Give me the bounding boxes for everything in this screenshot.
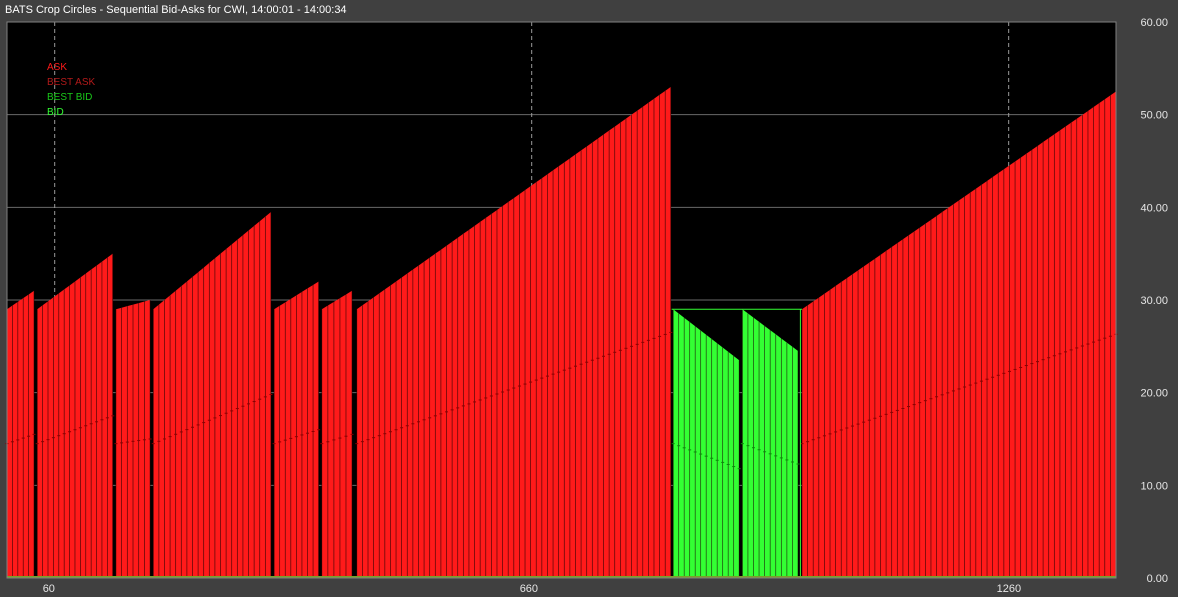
legend-entry: ASK bbox=[47, 62, 67, 73]
bar-area bbox=[7, 290, 35, 578]
bar-area bbox=[321, 290, 353, 578]
bar-segment bbox=[5, 290, 36, 578]
chart-window: BATS Crop Circles - Sequential Bid-Asks … bbox=[0, 0, 1178, 597]
bar-segment bbox=[114, 300, 152, 578]
x-tick-label: 60 bbox=[43, 583, 55, 595]
chart-canvas: 0.00 10.00 20.00 30.00 40.00 50.00 60.00 60 660 1… bbox=[5, 17, 1168, 595]
x-tick-label: 660 bbox=[520, 583, 538, 595]
y-tick-label: 60.00 bbox=[1140, 17, 1168, 29]
bar-segment bbox=[35, 253, 115, 578]
y-tick-label: 40.00 bbox=[1140, 202, 1168, 214]
bar-segment bbox=[320, 290, 354, 578]
legend-entry: BEST ASK bbox=[47, 77, 96, 88]
legend-entry: BEST BID bbox=[47, 92, 92, 103]
legend-entry: BID bbox=[47, 107, 64, 118]
x-tick-label: 1260 bbox=[997, 583, 1021, 595]
y-tick-label: 30.00 bbox=[1140, 295, 1168, 307]
y-tick-label: 20.00 bbox=[1140, 388, 1168, 400]
bar-segment bbox=[740, 309, 800, 578]
y-tick-label: 50.00 bbox=[1140, 110, 1168, 122]
bar-segment bbox=[272, 281, 321, 578]
y-tick-label: 0.00 bbox=[1147, 573, 1168, 585]
y-tick-label: 10.00 bbox=[1140, 480, 1168, 492]
